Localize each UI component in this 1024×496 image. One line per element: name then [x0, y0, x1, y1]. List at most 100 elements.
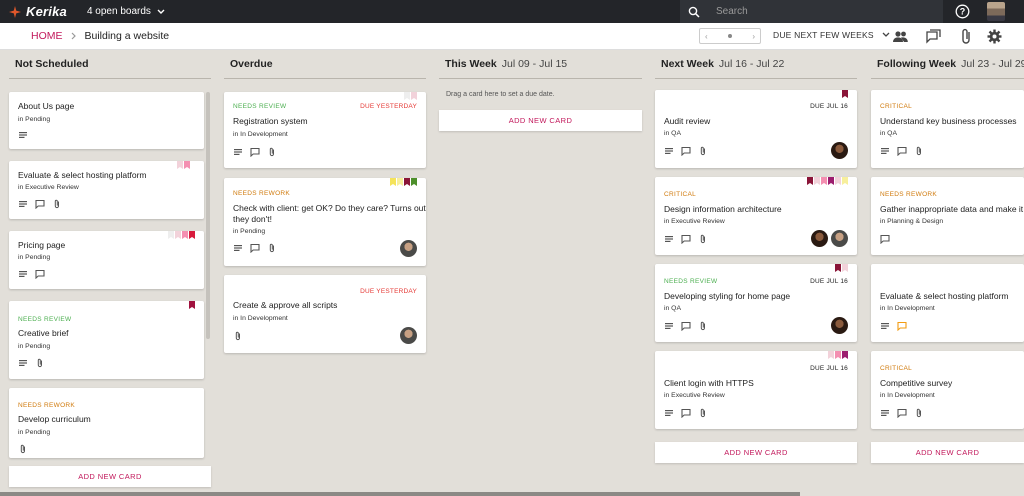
due-date-label: DUE JUL 16	[810, 365, 848, 372]
card-title: Developing styling for home page	[664, 291, 791, 301]
card-check-with-client[interactable]: NEEDS REWORK Check with client: get OK? …	[224, 178, 426, 266]
column-title: Next Week Jul 16 - Jul 22	[661, 58, 785, 70]
column-dates: Jul 16 - Jul 22	[718, 58, 785, 70]
flag-yellow-icon	[390, 178, 396, 186]
card-design-information-architecture[interactable]: CRITICAL Design information architecture…	[655, 177, 857, 255]
description-icon	[18, 269, 28, 279]
description-icon	[880, 321, 890, 331]
attachment-icon	[267, 147, 277, 157]
card-registration-system[interactable]: NEEDS REVIEW DUE YESTERDAY Registration …	[224, 92, 426, 168]
board-settings-gear-icon[interactable]	[986, 28, 1003, 45]
chat-icon	[35, 269, 45, 279]
description-icon	[664, 146, 674, 156]
column-title: Overdue	[230, 58, 273, 70]
chat-icon	[35, 199, 45, 209]
description-icon	[233, 147, 243, 157]
card-evaluate-hosting-2[interactable]: Evaluate & select hosting platform in In…	[871, 264, 1024, 342]
board-attachments-icon[interactable]	[958, 28, 975, 45]
card-understand-business-processes[interactable]: CRITICAL Understand key business process…	[871, 90, 1024, 168]
flag-maroon-icon	[835, 264, 841, 272]
card-gather-data[interactable]: NEEDS REWORK Gather inappropriate data a…	[871, 177, 1024, 255]
flag-purple-icon	[828, 177, 834, 185]
add-new-card-button[interactable]: ADD NEW CARD	[871, 442, 1024, 463]
chat-icon	[897, 408, 907, 418]
horizontal-scrollbar[interactable]	[0, 492, 800, 496]
card-title: Registration system	[233, 116, 308, 126]
add-new-card-button[interactable]: ADD NEW CARD	[439, 110, 642, 131]
description-icon	[233, 243, 243, 253]
assignee-avatar[interactable]	[831, 142, 848, 159]
needs-rework-tag: NEEDS REWORK	[18, 402, 76, 409]
attachment-icon	[698, 146, 708, 156]
week-pager: ‹ ›	[699, 28, 761, 44]
search-icon[interactable]	[688, 6, 700, 18]
next-week-button[interactable]: ›	[752, 32, 755, 41]
flag-maroon-icon	[842, 90, 848, 98]
card-status: in Pending	[18, 429, 51, 436]
critical-tag: CRITICAL	[880, 365, 913, 372]
app-logo[interactable]: Kerika	[8, 4, 67, 19]
flag-pink-icon	[184, 161, 190, 169]
card-creative-brief[interactable]: NEEDS REVIEW Creative brief in Pending	[9, 301, 204, 379]
board-header: HOME Building a website ‹ › DUE NEXT FEW…	[0, 23, 1024, 50]
attachment-icon	[914, 146, 924, 156]
team-icon[interactable]	[892, 28, 909, 45]
card-develop-curriculum[interactable]: NEEDS REWORK Develop curriculum in Pendi…	[9, 388, 204, 458]
chat-icon	[250, 147, 260, 157]
card-status: in Executive Review	[18, 184, 79, 191]
search-input[interactable]	[716, 6, 936, 17]
due-date-label: DUE YESTERDAY	[360, 103, 417, 110]
column-title: This Week Jul 09 - Jul 15	[445, 58, 568, 70]
card-title: Develop curriculum	[18, 414, 91, 424]
add-new-card-button[interactable]: ADD NEW CARD	[655, 442, 857, 463]
card-title: Create & approve all scripts	[233, 300, 338, 310]
card-pricing-page[interactable]: Pricing page in Pending	[9, 231, 204, 289]
flag-light-pink-icon	[814, 177, 820, 185]
column-title: Following Week Jul 23 - Jul 29	[877, 50, 1024, 78]
needs-review-tag: NEEDS REVIEW	[233, 103, 287, 110]
chevron-right-icon	[71, 32, 76, 40]
column-dates: Jul 09 - Jul 15	[501, 58, 568, 70]
user-avatar[interactable]	[987, 2, 1005, 21]
board-chat-icon[interactable]	[925, 28, 942, 45]
column-next-week: Next Week Jul 16 - Jul 22 DUE JUL 16 Audi…	[655, 50, 857, 496]
card-competitive-survey[interactable]: CRITICAL Competitive survey in In Develo…	[871, 351, 1024, 429]
card-status: in Pending	[18, 343, 51, 350]
card-status: in Pending	[18, 116, 51, 123]
help-icon[interactable]: ?	[955, 4, 970, 19]
assignee-avatar[interactable]	[400, 240, 417, 257]
needs-review-tag: NEEDS REVIEW	[664, 278, 718, 285]
card-client-login-https[interactable]: DUE JUL 16 Client login with HTTPS in Ex…	[655, 351, 857, 429]
needs-rework-tag: NEEDS REWORK	[880, 191, 938, 198]
chat-highlighted-icon	[897, 321, 907, 331]
card-evaluate-hosting[interactable]: Evaluate & select hosting platform in Ex…	[9, 161, 204, 219]
open-boards-dropdown[interactable]: 4 open boards	[87, 6, 165, 17]
card-create-approve-scripts[interactable]: DUE YESTERDAY Create & approve all scrip…	[224, 275, 426, 353]
add-new-card-button[interactable]: ADD NEW CARD	[9, 466, 211, 487]
flag-white-icon	[404, 92, 410, 100]
assignee-avatar[interactable]	[831, 317, 848, 334]
card-status: in Pending	[18, 254, 51, 261]
card-title: Pricing page	[18, 240, 66, 250]
card-audit-review[interactable]: DUE JUL 16 Audit review in QA	[655, 90, 857, 168]
attachment-icon	[233, 331, 243, 341]
column-dates: Jul 23 - Jul 29	[961, 58, 1024, 70]
due-date-label: DUE YESTERDAY	[360, 288, 417, 295]
flag-maroon-icon	[189, 301, 195, 309]
card-title: Gather inappropriate data and make it	[880, 204, 1024, 214]
assignee-avatar[interactable]	[831, 230, 848, 247]
assignee-avatar[interactable]	[400, 327, 417, 344]
assignee-avatar[interactable]	[811, 230, 828, 247]
card-status: in In Development	[880, 392, 935, 399]
due-filter-dropdown[interactable]: DUE NEXT FEW WEEKS	[773, 30, 890, 40]
current-week-dot[interactable]	[728, 34, 732, 38]
flag-purple-icon	[842, 351, 848, 359]
open-boards-label: 4 open boards	[86, 6, 151, 17]
card-status: in In Development	[233, 315, 288, 322]
card-developing-styling[interactable]: NEEDS REVIEW DUE JUL 16 Developing styli…	[655, 264, 857, 342]
card-about-us-page[interactable]: About Us page in Pending	[9, 92, 204, 149]
breadcrumb-home[interactable]: HOME	[31, 30, 63, 42]
card-title: Client login with HTTPS	[664, 378, 754, 388]
prev-week-button[interactable]: ‹	[705, 32, 708, 41]
column-scrollbar[interactable]	[206, 92, 210, 339]
